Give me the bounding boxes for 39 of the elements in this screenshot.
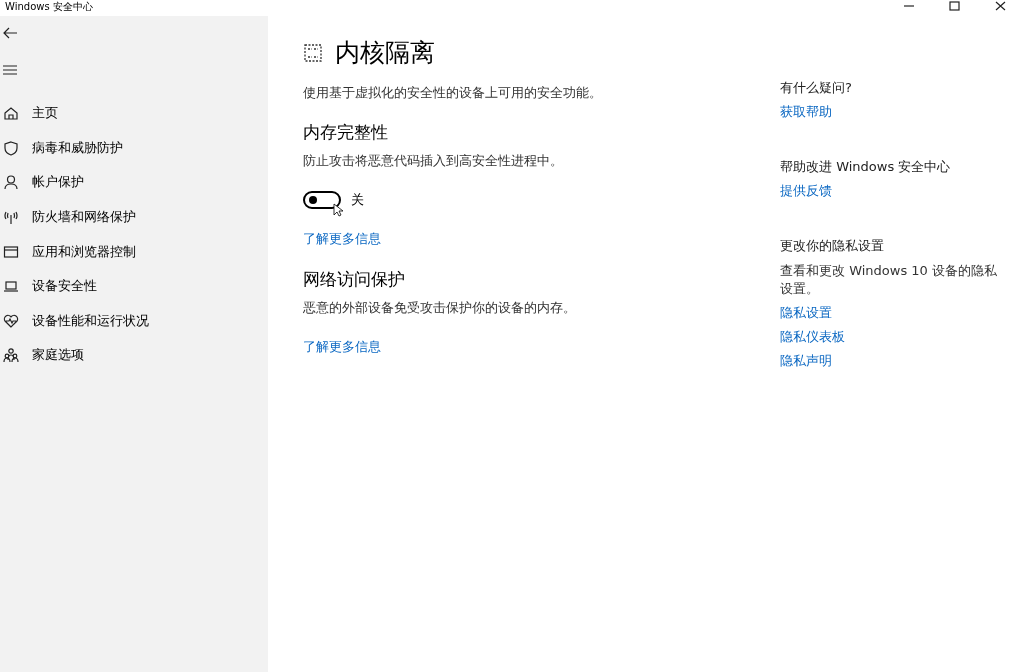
sidebar-item[interactable]: 帐户保护 [0, 165, 268, 200]
sidebar-item[interactable]: 病毒和威胁防护 [0, 130, 268, 166]
sidebar-item[interactable]: 应用和浏览器控制 [0, 234, 268, 269]
section-heading: 内存完整性 [303, 121, 388, 144]
learn-more-link[interactable]: 了解更多信息 [303, 231, 381, 248]
panel-heading: 有什么疑问? [780, 79, 852, 97]
panel-heading: 更改你的隐私设置 [780, 237, 884, 255]
chip-icon [303, 42, 323, 63]
home-icon [3, 105, 19, 122]
heart-icon [3, 312, 19, 329]
panel-link[interactable]: 隐私设置 [780, 305, 832, 322]
sidebar-item[interactable]: 设备安全性 [0, 268, 268, 304]
sidebar-item[interactable]: 家庭选项 [0, 338, 268, 373]
sidebar-item[interactable]: 主页 [0, 96, 268, 131]
section-description: 防止攻击将恶意代码插入到高安全性进程中。 [303, 153, 563, 170]
section-heading: 网络访问保护 [303, 268, 405, 291]
antenna-icon [3, 209, 19, 226]
laptop-icon [3, 278, 19, 295]
panel-link[interactable]: 隐私仪表板 [780, 329, 845, 346]
window-title: Windows 安全中心 [4, 0, 94, 14]
panel-link[interactable]: 获取帮助 [780, 104, 832, 121]
toggle-label: 关 [351, 191, 364, 209]
window-icon [3, 243, 19, 260]
back-arrow-icon[interactable] [2, 25, 18, 41]
page-description: 使用基于虚拟化的安全性的设备上可用的安全功能。 [303, 85, 603, 102]
panel-heading: 帮助改进 Windows 安全中心 [780, 158, 951, 176]
sidebar-item[interactable]: 设备性能和运行状况 [0, 303, 268, 339]
mouse-pointer-icon [333, 203, 343, 217]
shield-icon [3, 139, 19, 156]
people-icon [3, 347, 19, 364]
learn-more-link[interactable]: 了解更多信息 [303, 339, 381, 356]
menu-icon[interactable] [2, 62, 18, 78]
page-title: 内核隔离 [335, 37, 435, 69]
panel-description: 查看和更改 Windows 10 设备的隐私设置。 [780, 262, 998, 298]
panel-link[interactable]: 提供反馈 [780, 183, 832, 200]
panel-link[interactable]: 隐私声明 [780, 353, 832, 370]
sidebar-item[interactable]: 防火墙和网络保护 [0, 199, 268, 235]
section-description: 恶意的外部设备免受攻击保护你的设备的内存。 [303, 300, 576, 317]
person-icon [3, 174, 19, 191]
